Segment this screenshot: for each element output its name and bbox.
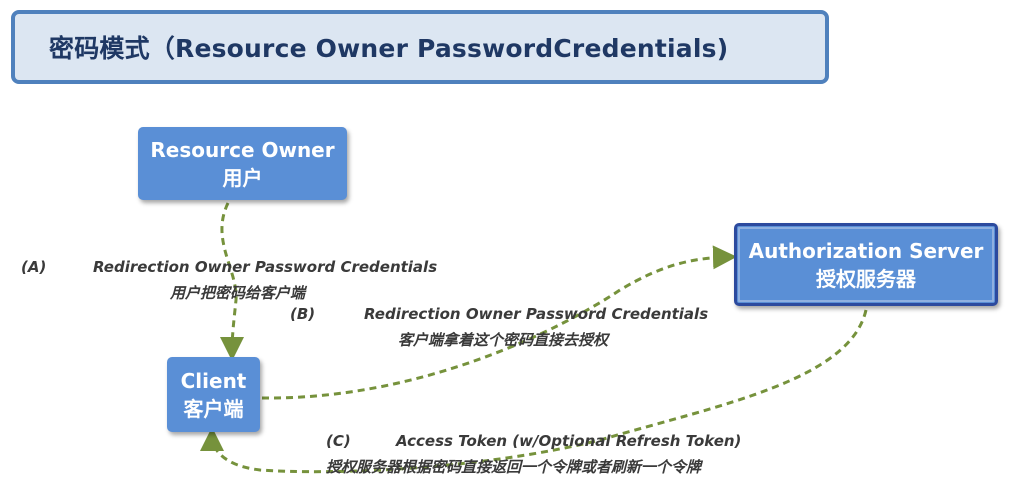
authorization-server-en: Authorization Server — [748, 238, 984, 263]
step-a-tag: (A) — [21, 258, 47, 276]
arrow-b — [261, 245, 737, 400]
step-c-cn: 授权服务器根据密码直接返回一个令牌或者刷新一个令牌 — [326, 458, 702, 476]
step-b-en: Redirection Owner Password Credentials — [364, 305, 709, 323]
step-a-cn: 用户把密码给客户端 — [170, 284, 306, 302]
arrow-a — [220, 202, 245, 361]
resource-owner-cn: 用户 — [222, 165, 263, 190]
authorization-server-cn: 授权服务器 — [816, 266, 916, 291]
step-c-en: Access Token (w/Optional Refresh Token) — [396, 432, 742, 450]
resource-owner-en: Resource Owner — [150, 137, 335, 162]
step-a-en: Redirection Owner Password Credentials — [93, 258, 438, 276]
authorization-server-node: Authorization Server 授权服务器 — [734, 223, 998, 306]
client-en: Client — [180, 368, 247, 393]
resource-owner-node: Resource Owner 用户 — [138, 127, 347, 200]
client-node: Client 客户端 — [167, 357, 260, 432]
step-b-cn: 客户端拿着这个密码直接去授权 — [398, 331, 609, 349]
client-cn: 客户端 — [183, 396, 244, 421]
step-c-tag: (C) — [326, 432, 351, 450]
step-b-tag: (B) — [290, 305, 316, 323]
